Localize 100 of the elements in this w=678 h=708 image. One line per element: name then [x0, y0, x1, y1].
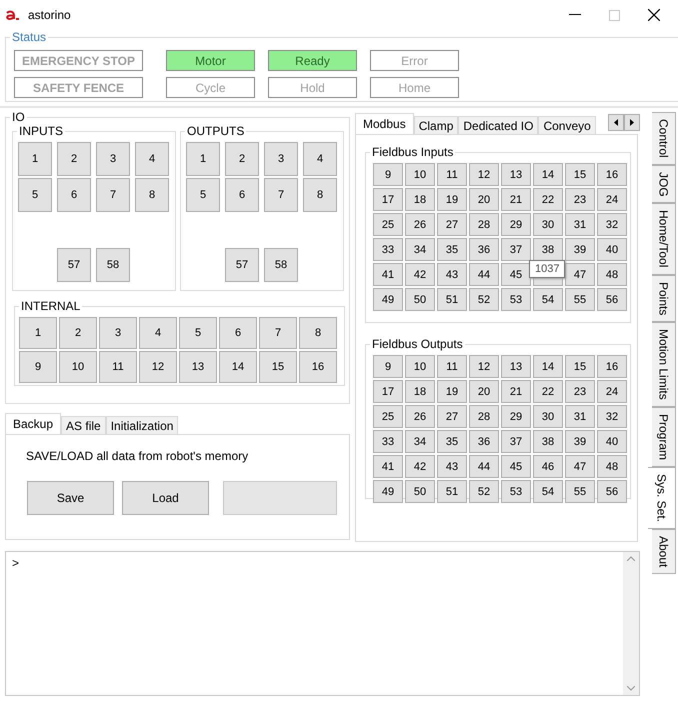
- fieldbus-button[interactable]: 18: [405, 188, 435, 211]
- io-button[interactable]: 3: [99, 317, 137, 349]
- fieldbus-button[interactable]: 23: [565, 188, 595, 211]
- fieldbus-button[interactable]: 30: [533, 405, 563, 428]
- fieldbus-button[interactable]: 38: [533, 430, 563, 453]
- fieldbus-button[interactable]: 42: [405, 455, 435, 478]
- io-button[interactable]: 16: [299, 351, 337, 383]
- fieldbus-button[interactable]: 56: [597, 288, 627, 311]
- io-button[interactable]: 1: [18, 142, 52, 176]
- io-button[interactable]: 5: [18, 178, 52, 212]
- fieldbus-button[interactable]: 55: [565, 480, 595, 503]
- io-button[interactable]: 11: [99, 351, 137, 383]
- tab[interactable]: AS file: [61, 416, 106, 434]
- close-icon[interactable]: [648, 9, 660, 21]
- fieldbus-button[interactable]: 40: [597, 238, 627, 261]
- fieldbus-button[interactable]: 33: [373, 238, 403, 261]
- fieldbus-button[interactable]: 41: [373, 455, 403, 478]
- fieldbus-button[interactable]: 53: [501, 480, 531, 503]
- side-tab[interactable]: Points: [652, 274, 676, 322]
- up-chevron-icon[interactable]: [627, 556, 635, 561]
- fieldbus-button[interactable]: 12: [469, 163, 499, 186]
- fieldbus-button[interactable]: 47: [565, 263, 595, 286]
- io-button[interactable]: 4: [139, 317, 177, 349]
- io-button[interactable]: 4: [303, 142, 337, 176]
- fieldbus-button[interactable]: 38: [533, 238, 563, 261]
- io-button[interactable]: 58: [264, 248, 298, 282]
- tab[interactable]: Clamp: [414, 116, 458, 134]
- side-tab[interactable]: Motion Limits: [652, 322, 676, 407]
- fieldbus-button[interactable]: 13: [501, 163, 531, 186]
- fieldbus-button[interactable]: 24: [597, 380, 627, 403]
- io-button[interactable]: 13: [179, 351, 217, 383]
- fieldbus-button[interactable]: 52: [469, 480, 499, 503]
- io-button[interactable]: 5: [179, 317, 217, 349]
- side-tab[interactable]: Sys. Set.: [648, 466, 676, 529]
- fieldbus-button[interactable]: 34: [405, 430, 435, 453]
- tab[interactable]: Dedicated IO: [458, 116, 538, 134]
- fieldbus-button[interactable]: 48: [597, 263, 627, 286]
- fieldbus-button[interactable]: 51: [437, 480, 467, 503]
- fieldbus-button[interactable]: 45: [501, 263, 531, 286]
- io-button[interactable]: 15: [259, 351, 297, 383]
- io-button[interactable]: 12: [139, 351, 177, 383]
- fieldbus-button[interactable]: 44: [469, 455, 499, 478]
- io-button[interactable]: 8: [135, 178, 169, 212]
- io-button[interactable]: 3: [264, 142, 298, 176]
- fieldbus-button[interactable]: 37: [501, 238, 531, 261]
- io-button[interactable]: 6: [57, 178, 91, 212]
- io-button[interactable]: 3: [96, 142, 130, 176]
- tab[interactable]: Modbus: [355, 113, 414, 134]
- fieldbus-button[interactable]: 27: [437, 213, 467, 236]
- fieldbus-button[interactable]: 43: [437, 455, 467, 478]
- io-button[interactable]: 2: [225, 142, 259, 176]
- fieldbus-button[interactable]: 15: [565, 355, 595, 378]
- fieldbus-button[interactable]: 24: [597, 188, 627, 211]
- maximize-icon[interactable]: [609, 10, 620, 20]
- io-button[interactable]: 7: [259, 317, 297, 349]
- blank-button[interactable]: [223, 481, 337, 515]
- fieldbus-button[interactable]: 48: [597, 455, 627, 478]
- side-tab[interactable]: Program: [652, 406, 676, 467]
- io-button[interactable]: 14: [219, 351, 257, 383]
- tab[interactable]: Initialization: [106, 416, 178, 434]
- fieldbus-button[interactable]: 10: [405, 355, 435, 378]
- fieldbus-button[interactable]: 35: [437, 238, 467, 261]
- fieldbus-button[interactable]: 22: [533, 380, 563, 403]
- fieldbus-button[interactable]: 54: [533, 480, 563, 503]
- io-button[interactable]: 2: [59, 317, 97, 349]
- io-button[interactable]: 8: [303, 178, 337, 212]
- scroll-left-button[interactable]: [608, 114, 624, 131]
- fieldbus-button[interactable]: 14: [533, 355, 563, 378]
- scrollbar[interactable]: [623, 552, 639, 695]
- tab[interactable]: Backup: [5, 413, 62, 434]
- minimize-icon[interactable]: [569, 14, 581, 16]
- fieldbus-button[interactable]: 49: [373, 288, 403, 311]
- fieldbus-button[interactable]: 52: [469, 288, 499, 311]
- fieldbus-button[interactable]: 17: [373, 188, 403, 211]
- fieldbus-button[interactable]: 54: [533, 288, 563, 311]
- fieldbus-button[interactable]: 28: [469, 213, 499, 236]
- fieldbus-button[interactable]: 29: [501, 405, 531, 428]
- fieldbus-button[interactable]: 29: [501, 213, 531, 236]
- io-button[interactable]: 6: [225, 178, 259, 212]
- action-button[interactable]: Load: [122, 481, 209, 515]
- fieldbus-button[interactable]: 51: [437, 288, 467, 311]
- fieldbus-button[interactable]: 30: [533, 213, 563, 236]
- fieldbus-button[interactable]: 39: [565, 430, 595, 453]
- fieldbus-button[interactable]: 49: [373, 480, 403, 503]
- fieldbus-button[interactable]: 32: [597, 213, 627, 236]
- tab[interactable]: Conveyo: [538, 116, 596, 134]
- fieldbus-button[interactable]: 53: [501, 288, 531, 311]
- fieldbus-button[interactable]: 40: [597, 430, 627, 453]
- fieldbus-button[interactable]: 13: [501, 355, 531, 378]
- fieldbus-button[interactable]: 35: [437, 430, 467, 453]
- fieldbus-button[interactable]: 26: [405, 213, 435, 236]
- side-tab[interactable]: About: [652, 528, 676, 574]
- fieldbus-button[interactable]: 32: [597, 405, 627, 428]
- fieldbus-button[interactable]: 37: [501, 430, 531, 453]
- fieldbus-button[interactable]: 19: [437, 188, 467, 211]
- io-button[interactable]: 5: [186, 178, 220, 212]
- fieldbus-button[interactable]: 44: [469, 263, 499, 286]
- io-button[interactable]: 7: [96, 178, 130, 212]
- io-button[interactable]: 7: [264, 178, 298, 212]
- fieldbus-button[interactable]: 34: [405, 238, 435, 261]
